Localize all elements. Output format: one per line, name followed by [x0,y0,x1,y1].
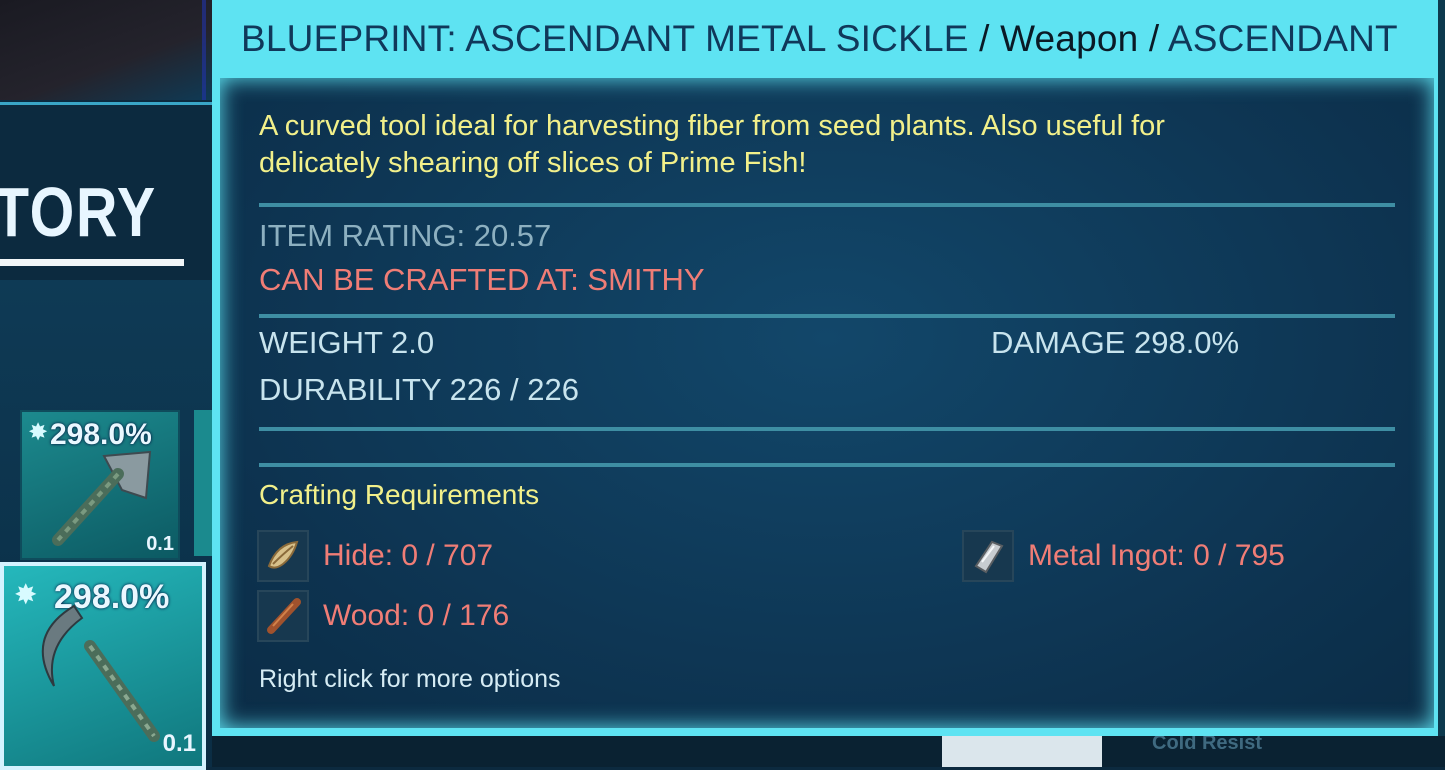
requirement-label: Hide: 0 / 707 [323,539,494,572]
item-name: BLUEPRINT: ASCENDANT METAL SICKLE [241,18,969,59]
divider [259,427,1395,431]
right-edge-strip [1438,0,1445,767]
tooltip-title: BLUEPRINT: ASCENDANT METAL SICKLE / Weap… [241,18,1398,60]
inventory-title-underline [0,259,184,266]
right-click-hint: Right click for more options [259,665,561,693]
requirement-metal-ingot: Metal Ingot: 0 / 795 [962,530,1285,582]
requirement-wood: Wood: 0 / 176 [257,590,509,642]
tooltip-body: A curved tool ideal for harvesting fiber… [220,78,1434,728]
item-weight: WEIGHT 2.0 [259,325,435,360]
slot-weight: 0.1 [162,730,196,757]
metal-ingot-icon [962,530,1014,582]
creature-portrait [942,736,1102,767]
item-quality: ASCENDANT [1167,18,1398,59]
requirement-hide: Hide: 0 / 707 [257,530,493,582]
header-line [0,102,212,105]
divider [259,463,1395,467]
title-separator: / [1138,18,1168,59]
requirement-label: Metal Ingot: 0 / 795 [1028,539,1285,572]
wood-icon [257,590,309,642]
slot-weight: 0.1 [146,533,174,555]
crafting-requirements-heading: Crafting Requirements [259,479,540,510]
divider [259,203,1395,207]
hide-icon [257,530,309,582]
inventory-slot-edge [194,410,212,556]
top-left-corner [0,0,212,100]
item-durability: DURABILITY 226 / 226 [259,372,579,407]
crafting-station: CAN BE CRAFTED AT: SMITHY [259,262,705,297]
requirement-label: Wood: 0 / 176 [323,599,510,632]
inventory-title: TORY [0,173,157,251]
item-category: Weapon [1000,18,1139,59]
divider [259,314,1395,318]
bottom-strip: Cold Resist [212,732,1445,767]
item-damage: DAMAGE 298.0% [991,325,1240,360]
item-rating: ITEM RATING: 20.57 [259,218,552,253]
title-separator: / [968,18,1001,59]
inventory-slot-hatchet[interactable]: ✸ 298.0% 0.1 [20,410,180,560]
item-tooltip: BLUEPRINT: ASCENDANT METAL SICKLE / Weap… [212,0,1438,736]
item-description: A curved tool ideal for harvesting fiber… [259,110,1165,179]
inventory-slot-sickle-selected[interactable]: ✸ 298.0% 0.1 [0,562,206,770]
